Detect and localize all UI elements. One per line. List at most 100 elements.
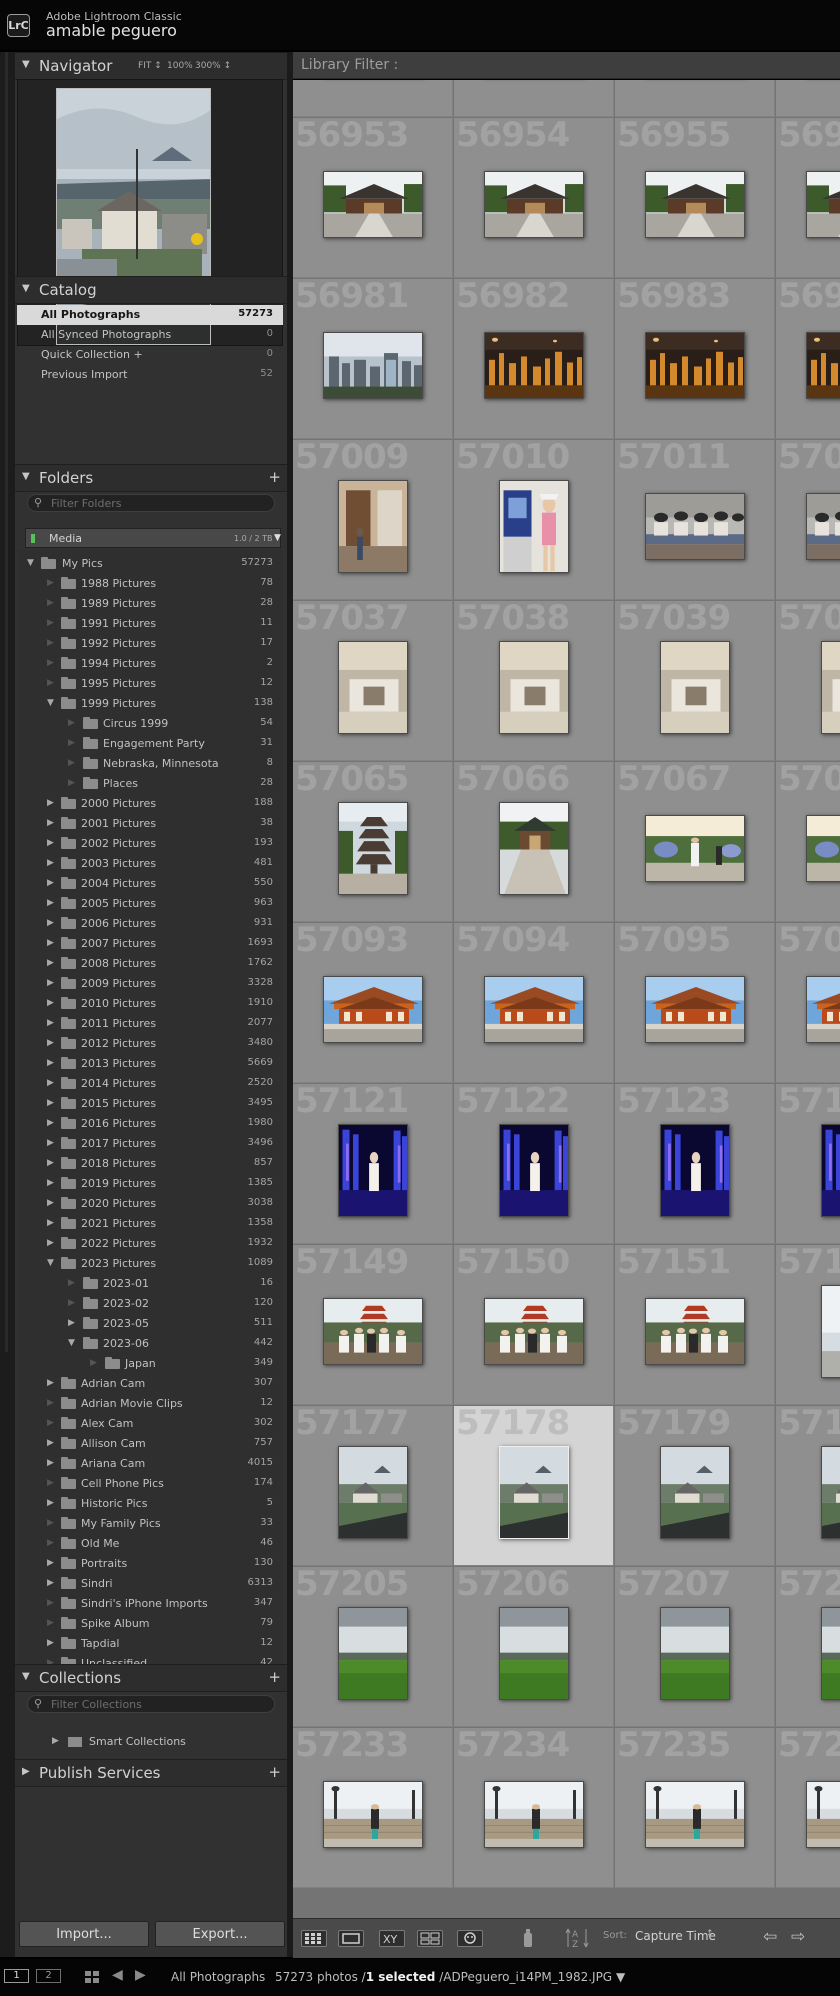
expand-triangle-icon[interactable]: ▶ xyxy=(47,1038,54,1048)
expand-triangle-icon[interactable]: ▶ xyxy=(47,858,54,868)
left-panel-edge[interactable] xyxy=(0,52,15,1957)
photo-thumbnail[interactable] xyxy=(499,641,569,734)
collections-header[interactable]: ▼ Collections + xyxy=(15,1664,287,1692)
photo-cell[interactable]: 5715 xyxy=(776,1245,840,1405)
collection-filter-input[interactable] xyxy=(51,1697,266,1711)
loupe-view-icon[interactable] xyxy=(338,1930,364,1947)
photo-cell[interactable]: 57122 xyxy=(454,1084,614,1244)
folder-item[interactable]: ▼ 1999 Pictures 138 xyxy=(17,694,283,714)
survey-view-icon[interactable] xyxy=(417,1930,443,1947)
folder-item[interactable]: ▶ 2021 Pictures 1358 xyxy=(17,1214,283,1234)
folder-item[interactable]: ▶ Ariana Cam 4015 xyxy=(17,1454,283,1474)
export-button[interactable]: Export... xyxy=(155,1921,285,1947)
photo-thumbnail[interactable] xyxy=(660,1446,730,1539)
photo-thumbnail[interactable] xyxy=(821,1124,840,1217)
photo-thumbnail[interactable] xyxy=(323,976,423,1043)
folder-item[interactable]: ▶ My Family Pics 33 xyxy=(17,1514,283,1534)
expand-triangle-icon[interactable]: ▶ xyxy=(47,1498,54,1508)
folders-header[interactable]: ▼ Folders + xyxy=(15,464,287,492)
photo-thumbnail[interactable] xyxy=(499,1446,569,1539)
folder-item[interactable]: ▶ 2012 Pictures 3480 xyxy=(17,1034,283,1054)
photo-cell[interactable]: 5720 xyxy=(776,1567,840,1727)
add-publish-service-icon[interactable]: + xyxy=(268,1763,281,1781)
expand-triangle-icon[interactable]: ▶ xyxy=(47,1018,54,1028)
folder-item[interactable]: ▶ Old Me 46 xyxy=(17,1534,283,1554)
photo-cell[interactable]: 57151 xyxy=(615,1245,775,1405)
photo-cell[interactable]: 57093 xyxy=(293,923,453,1083)
photo-thumbnail[interactable] xyxy=(499,1124,569,1217)
photo-thumbnail[interactable] xyxy=(806,1781,840,1848)
photo-thumbnail[interactable] xyxy=(806,815,840,882)
folder-item[interactable]: ▶ Sindri's iPhone Imports 347 xyxy=(17,1594,283,1614)
photo-cell[interactable]: 57235 xyxy=(615,1728,775,1888)
catalog-item-all-photographs[interactable]: All Photographs 57273 xyxy=(17,305,283,325)
photo-cell[interactable] xyxy=(293,80,453,117)
photo-thumbnail[interactable] xyxy=(338,480,408,573)
folder-item[interactable]: ▶ 2015 Pictures 3495 xyxy=(17,1094,283,1114)
photo-thumbnail[interactable] xyxy=(338,802,408,895)
expand-triangle-icon[interactable]: ▶ xyxy=(47,1098,54,1108)
photo-thumbnail[interactable] xyxy=(660,641,730,734)
navigator-header[interactable]: ▼ Navigator FIT ↕ 100% 300% ↕ xyxy=(15,52,287,80)
expand-triangle-icon[interactable]: ▶ xyxy=(47,1118,54,1128)
folder-item[interactable]: ▶ Alex Cam 302 xyxy=(17,1414,283,1434)
photo-cell[interactable]: 5723 xyxy=(776,1728,840,1888)
add-folder-icon[interactable]: + xyxy=(268,468,281,486)
photo-cell[interactable]: 5712 xyxy=(776,1084,840,1244)
photo-thumbnail[interactable] xyxy=(821,641,840,734)
folder-item[interactable]: ▶ Tapdial 12 xyxy=(17,1634,283,1654)
folder-item[interactable]: ▶ 2002 Pictures 193 xyxy=(17,834,283,854)
folder-item[interactable]: ▶ 1991 Pictures 11 xyxy=(17,614,283,634)
photo-cell[interactable]: 57065 xyxy=(293,762,453,922)
photo-thumbnail[interactable] xyxy=(821,1607,840,1700)
photo-cell[interactable]: 57206 xyxy=(454,1567,614,1727)
catalog-item-all-synced[interactable]: All Synced Photographs 0 xyxy=(17,325,283,345)
photo-thumbnail[interactable] xyxy=(821,1285,840,1378)
collapse-triangle-icon[interactable]: ▼ xyxy=(22,59,30,70)
folder-item[interactable]: ▶ 2001 Pictures 38 xyxy=(17,814,283,834)
folder-item[interactable]: ▶ 2016 Pictures 1980 xyxy=(17,1114,283,1134)
folder-item[interactable]: ▶ Cell Phone Pics 174 xyxy=(17,1474,283,1494)
volume-dropdown-icon[interactable]: ▼ xyxy=(274,533,281,543)
grid-view-icon[interactable] xyxy=(301,1930,327,1947)
people-view-icon[interactable] xyxy=(457,1930,483,1947)
folder-item[interactable]: ▶ 1988 Pictures 78 xyxy=(17,574,283,594)
folder-item[interactable]: ▶ Sindri 6313 xyxy=(17,1574,283,1594)
photo-thumbnail[interactable] xyxy=(499,1607,569,1700)
photo-cell[interactable]: 57149 xyxy=(293,1245,453,1405)
main-window-button[interactable]: 1 xyxy=(4,1969,29,1983)
photo-cell[interactable]: 57121 xyxy=(293,1084,453,1244)
catalog-item-quick-collection[interactable]: Quick Collection + 0 xyxy=(17,345,283,365)
folder-item[interactable]: ▶ 2004 Pictures 550 xyxy=(17,874,283,894)
photo-cell[interactable]: 5704 xyxy=(776,601,840,761)
photo-cell[interactable]: 57011 xyxy=(615,440,775,600)
photo-cell[interactable]: 569 xyxy=(776,118,840,278)
photo-cell[interactable]: 57150 xyxy=(454,1245,614,1405)
expand-triangle-icon[interactable]: ▶ xyxy=(47,1138,54,1148)
folder-item[interactable]: ▶ Engagement Party 31 xyxy=(17,734,283,754)
photo-thumbnail[interactable] xyxy=(484,171,584,238)
photo-cell[interactable]: 5706 xyxy=(776,762,840,922)
expand-triangle-icon[interactable]: ▶ xyxy=(47,918,54,928)
photo-thumbnail[interactable] xyxy=(323,332,423,399)
folder-item[interactable]: ▶ 2000 Pictures 188 xyxy=(17,794,283,814)
photo-thumbnail[interactable] xyxy=(338,1607,408,1700)
folder-item[interactable]: ▼ 2023 Pictures 1089 xyxy=(17,1254,283,1274)
photo-cell[interactable]: 57067 xyxy=(615,762,775,922)
photo-thumbnail[interactable] xyxy=(499,480,569,573)
folder-filter-input[interactable] xyxy=(51,496,266,510)
expand-triangle-icon[interactable]: ▶ xyxy=(47,1078,54,1088)
photo-cell[interactable]: 56954 xyxy=(454,118,614,278)
folder-item[interactable]: ▶ Adrian Cam 307 xyxy=(17,1374,283,1394)
expand-triangle-icon[interactable]: ▶ xyxy=(47,878,54,888)
photo-thumbnail[interactable] xyxy=(806,493,840,560)
photo-thumbnail[interactable] xyxy=(338,1446,408,1539)
folder-item[interactable]: ▶ 2013 Pictures 5669 xyxy=(17,1054,283,1074)
collapse-triangle-icon[interactable]: ▼ xyxy=(47,1258,54,1268)
photo-cell[interactable]: 57233 xyxy=(293,1728,453,1888)
painter-spray-icon[interactable] xyxy=(521,1927,535,1953)
expand-triangle-icon[interactable]: ▶ xyxy=(47,1378,54,1388)
collapse-triangle-icon[interactable]: ▼ xyxy=(22,1671,30,1682)
photo-cell[interactable]: 5709 xyxy=(776,923,840,1083)
photo-cell[interactable]: 56981 xyxy=(293,279,453,439)
